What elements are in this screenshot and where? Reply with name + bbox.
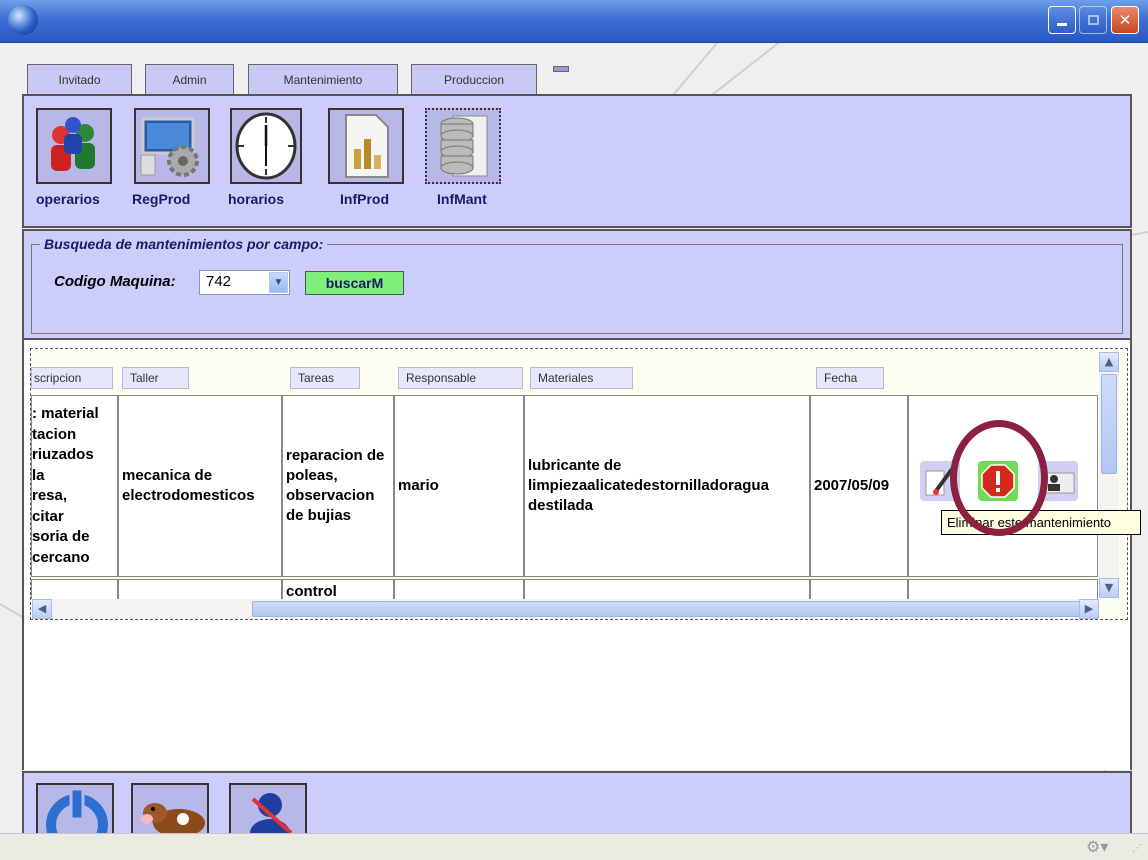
cow-icon: [141, 803, 205, 833]
chevron-down-icon[interactable]: ▼: [269, 272, 288, 293]
minimize-icon: [1057, 23, 1067, 26]
horarios-button[interactable]: [230, 108, 302, 184]
cell-taller: mecanica de electrodomesticos: [118, 395, 282, 577]
restore-icon: [1087, 15, 1099, 25]
row2-cell-tareas: control: [282, 579, 394, 599]
codigo-maquina-value: 742: [206, 273, 232, 290]
header-materiales[interactable]: Materiales: [530, 367, 633, 389]
tab-produccion[interactable]: Produccion: [411, 64, 537, 94]
scroll-right-icon[interactable]: ▶: [1079, 599, 1099, 619]
window-titlebar: ✕: [0, 0, 1148, 43]
horizontal-scrollbar[interactable]: ◀ ▶: [32, 599, 1099, 619]
clock-icon: [230, 108, 302, 184]
gear-icon[interactable]: ⚙▾: [1086, 837, 1108, 856]
infprod-button[interactable]: [328, 108, 404, 184]
header-responsable[interactable]: Responsable: [398, 367, 523, 389]
database-report-icon: [425, 108, 501, 184]
app-globe-icon: [8, 5, 38, 35]
row2-cell-fecha: [810, 579, 908, 599]
cell-descripcion: : material tacion riuzados la resa, cita…: [31, 395, 118, 577]
header-descripcion[interactable]: scripcion: [31, 367, 113, 389]
cell-responsable: mario: [394, 395, 524, 577]
vertical-scroll-thumb[interactable]: [1101, 374, 1117, 474]
row2-cell-descripcion: [31, 579, 118, 599]
computer-gear-icon: [134, 108, 210, 184]
header-tareas[interactable]: Tareas: [290, 367, 360, 389]
cell-materiales: lubricante de limpiezaalicatedestornilla…: [524, 395, 810, 577]
close-icon: ✕: [1118, 11, 1132, 29]
tab-invitado[interactable]: Invitado: [27, 64, 132, 94]
power-button[interactable]: [36, 783, 114, 833]
close-button[interactable]: ✕: [1111, 6, 1139, 34]
user-tools-icon: [250, 793, 293, 833]
user-tools-button[interactable]: [229, 783, 307, 833]
search-legend: Busqueda de mantenimientos por campo:: [40, 236, 328, 252]
report-chart-icon: [328, 108, 404, 184]
codigo-maquina-select[interactable]: 742 ▼: [199, 270, 290, 295]
infmant-button[interactable]: [425, 108, 501, 184]
maximize-button[interactable]: [1079, 6, 1107, 34]
vertical-scrollbar[interactable]: ▲ ▼: [1099, 352, 1119, 598]
scroll-left-icon[interactable]: ◀: [32, 599, 52, 619]
tab-overflow-indicator: [553, 66, 569, 72]
cell-tareas: reparacion de poleas, observacion de buj…: [282, 395, 394, 577]
regprod-label: RegProd: [132, 191, 191, 207]
tab-admin[interactable]: Admin: [145, 64, 234, 94]
scroll-up-icon[interactable]: ▲: [1099, 352, 1119, 372]
operarios-label: operarios: [36, 191, 100, 207]
highlight-circle: [950, 420, 1048, 536]
status-bar: ⚙▾ ⋰: [0, 833, 1148, 860]
users-icon: [36, 108, 112, 184]
scroll-down-icon[interactable]: ▼: [1099, 578, 1119, 598]
cell-fecha: 2007/05/09: [810, 395, 908, 577]
buscar-button[interactable]: buscarM: [305, 271, 404, 295]
horizontal-scroll-thumb[interactable]: [252, 601, 1082, 617]
power-icon: [46, 787, 108, 833]
minimize-button[interactable]: [1048, 6, 1076, 34]
resize-grip-icon[interactable]: ⋰: [1132, 843, 1142, 854]
codigo-maquina-label: Codigo Maquina:: [54, 273, 176, 290]
row2-cell-responsable: [394, 579, 524, 599]
horarios-label: horarios: [228, 191, 285, 207]
row2-cell-materiales: [524, 579, 810, 599]
tab-mantenimiento[interactable]: Mantenimiento: [248, 64, 398, 94]
operarios-button[interactable]: [36, 108, 112, 184]
row2-cell-actions: [908, 579, 1098, 599]
cow-button[interactable]: [131, 783, 209, 833]
header-fecha[interactable]: Fecha: [816, 367, 884, 389]
infprod-label: InfProd: [340, 191, 389, 207]
row2-cell-taller: [118, 579, 282, 599]
search-groupbox: [31, 244, 1123, 334]
regprod-button[interactable]: [134, 108, 210, 184]
infmant-label: InfMant: [437, 191, 487, 207]
header-taller[interactable]: Taller: [122, 367, 189, 389]
